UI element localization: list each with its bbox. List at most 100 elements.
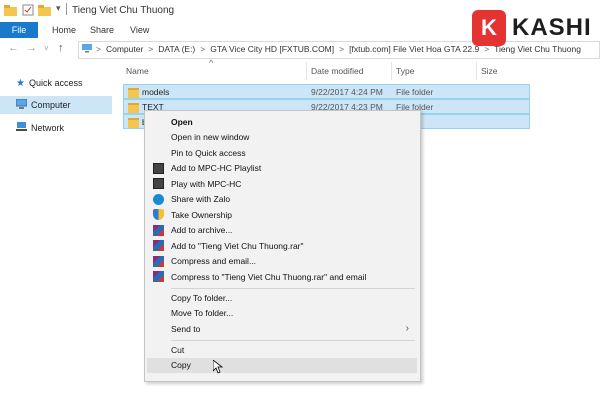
menu-item-share-zalo[interactable]: Share with Zalo xyxy=(147,192,417,208)
column-header-type[interactable]: Type xyxy=(396,66,414,76)
nav-item-label: Network xyxy=(31,123,65,133)
menu-item-add-to-rar[interactable]: Add to "Tieng Viet Chu Thuong.rar" xyxy=(147,238,417,254)
blank-icon xyxy=(153,344,164,355)
tab-file[interactable]: File xyxy=(0,22,38,38)
winrar-icon xyxy=(153,224,164,236)
breadcrumb-separator: > xyxy=(339,44,345,54)
column-divider[interactable] xyxy=(476,62,477,80)
properties-icon[interactable] xyxy=(22,4,35,16)
mpc-icon xyxy=(153,162,164,174)
folder-icon xyxy=(128,118,139,128)
breadcrumb-viet-hoa-folder[interactable]: [fxtub.com] File Viet Hoa GTA 22.9 xyxy=(349,44,479,54)
blank-icon xyxy=(153,116,164,127)
file-date: 9/22/2017 4:24 PM xyxy=(311,87,383,97)
file-name: models xyxy=(142,87,170,97)
tab-home[interactable]: Home xyxy=(52,25,76,35)
blank-icon xyxy=(153,292,164,303)
column-divider[interactable] xyxy=(306,62,307,80)
menu-item-open[interactable]: Open xyxy=(147,114,417,130)
column-divider[interactable] xyxy=(391,62,392,80)
title-divider xyxy=(66,3,67,15)
menu-item-add-mpc-playlist[interactable]: Add to MPC-HC Playlist xyxy=(147,161,417,177)
menu-item-label: Send to xyxy=(171,323,201,334)
network-icon xyxy=(16,122,27,134)
menu-item-compress-rar-email[interactable]: Compress to "Tieng Viet Chu Thuong.rar" … xyxy=(147,269,417,285)
menu-item-take-ownership[interactable]: Take Ownership xyxy=(147,207,417,223)
blank-icon xyxy=(153,360,164,371)
nav-item-label: Computer xyxy=(31,100,71,110)
menu-item-label: Compress to "Tieng Viet Chu Thuong.rar" … xyxy=(171,271,367,282)
file-type: File folder xyxy=(396,87,434,97)
menu-item-label: Copy xyxy=(171,360,191,371)
nav-item-network[interactable]: Network xyxy=(0,119,112,137)
forward-arrow-icon[interactable]: → xyxy=(26,42,37,54)
tab-share[interactable]: Share xyxy=(90,25,114,35)
tab-view[interactable]: View xyxy=(130,25,149,35)
menu-separator xyxy=(171,288,415,289)
nav-item-computer[interactable]: Computer xyxy=(0,96,112,114)
blank-icon xyxy=(153,147,164,158)
menu-item-copy-to-folder[interactable]: Copy To folder... xyxy=(147,290,417,306)
menu-item-add-archive[interactable]: Add to archive... xyxy=(147,223,417,239)
folder-icon xyxy=(128,103,139,113)
blank-icon xyxy=(153,308,164,319)
mpc-icon xyxy=(153,178,164,190)
zalo-icon xyxy=(153,193,164,205)
recent-locations-icon[interactable]: ˅ xyxy=(44,44,49,53)
column-header-name[interactable]: Name xyxy=(126,66,149,76)
menu-item-move-to-folder[interactable]: Move To folder... xyxy=(147,306,417,322)
chevron-right-icon: › xyxy=(405,323,409,335)
menu-item-copy[interactable]: Copy xyxy=(147,357,417,373)
customize-toolbar-icon[interactable]: ▾ xyxy=(56,3,61,14)
kashi-logo: K KASHI xyxy=(472,10,598,50)
sort-up-icon: ^ xyxy=(209,58,214,68)
winrar-icon xyxy=(153,255,164,267)
winrar-icon xyxy=(153,271,164,283)
winrar-icon xyxy=(153,240,164,252)
menu-item-label: Add to MPC-HC Playlist xyxy=(171,163,262,174)
menu-item-label: Open in new window xyxy=(171,132,250,143)
menu-item-label: Compress and email... xyxy=(171,256,257,267)
new-folder-icon[interactable] xyxy=(38,4,51,16)
star-icon: ★ xyxy=(16,77,25,89)
nav-item-quick-access[interactable]: ★ Quick access xyxy=(0,74,112,92)
menu-item-compress-email[interactable]: Compress and email... xyxy=(147,254,417,270)
menu-item-label: Copy To folder... xyxy=(171,292,233,303)
breadcrumb-separator: > xyxy=(200,44,206,54)
menu-item-open-new-window[interactable]: Open in new window xyxy=(147,130,417,146)
menu-item-label: Play with MPC-HC xyxy=(171,178,242,189)
folder-icon xyxy=(128,88,139,98)
breadcrumb-computer[interactable]: Computer xyxy=(106,44,143,54)
menu-item-pin-quick-access[interactable]: Pin to Quick access xyxy=(147,145,417,161)
logo-mark: K xyxy=(472,10,506,46)
menu-item-label: Pin to Quick access xyxy=(171,147,246,158)
column-header-size[interactable]: Size xyxy=(481,66,498,76)
menu-item-label: Open xyxy=(171,116,193,127)
menu-item-play-mpc[interactable]: Play with MPC-HC xyxy=(147,176,417,192)
context-menu: Open Open in new window Pin to Quick acc… xyxy=(144,110,421,382)
menu-separator xyxy=(171,340,415,341)
menu-item-send-to[interactable]: Send to › xyxy=(147,321,417,337)
navigation-pane: ★ Quick access Computer Network xyxy=(0,60,112,380)
file-row[interactable]: models 9/22/2017 4:24 PM File folder xyxy=(123,84,530,99)
menu-item-label: Share with Zalo xyxy=(171,194,231,205)
menu-item-cut[interactable]: Cut xyxy=(147,342,417,358)
nav-item-label: Quick access xyxy=(28,78,83,88)
blank-icon xyxy=(153,132,164,143)
breadcrumb-gta-folder[interactable]: GTA Vice City HD [FXTUB.COM] xyxy=(210,44,334,54)
menu-item-label: Cut xyxy=(171,344,185,355)
back-arrow-icon[interactable]: ← xyxy=(8,42,19,54)
shield-icon xyxy=(153,209,164,221)
menu-item-label: Add to "Tieng Viet Chu Thuong.rar" xyxy=(171,240,304,251)
breadcrumb-data-drive[interactable]: DATA (E:) xyxy=(158,44,195,54)
blank-icon xyxy=(153,323,164,334)
window-title: Tieng Viet Chu Thuong xyxy=(72,5,175,16)
column-header-date[interactable]: Date modified xyxy=(311,66,363,76)
computer-small-icon xyxy=(82,43,92,55)
menu-item-label: Move To folder... xyxy=(171,308,234,319)
breadcrumb-separator: > xyxy=(96,44,101,54)
menu-item-label: Add to archive... xyxy=(171,225,233,236)
menu-item-label: Take Ownership xyxy=(171,209,232,220)
up-arrow-icon[interactable]: ↑ xyxy=(58,42,64,54)
logo-text: KASHI xyxy=(512,14,592,41)
